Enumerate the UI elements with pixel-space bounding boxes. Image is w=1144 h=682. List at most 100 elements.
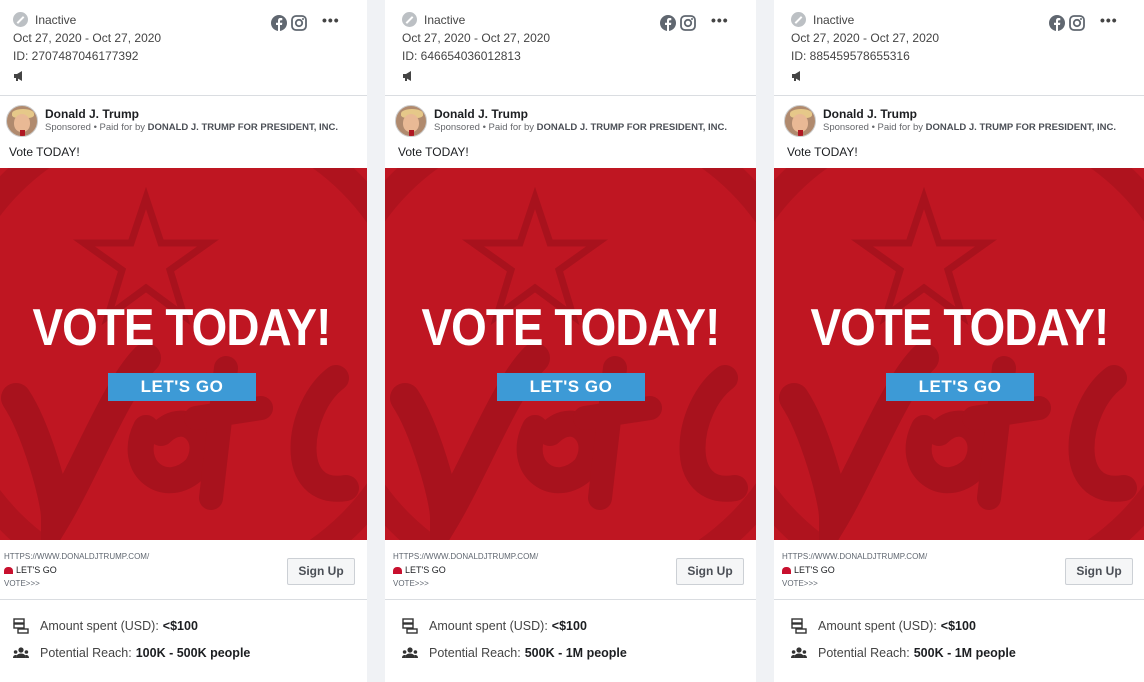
potential-reach-value: 100K - 500K people: [135, 646, 251, 660]
ad-card-1: Inactive Oct 27, 2020 - Oct 27, 2020 ID:…: [0, 0, 367, 682]
link-title-text: LET'S GO: [794, 565, 835, 575]
page-name[interactable]: Donald J. Trump: [434, 107, 528, 121]
megaphone-icon: [13, 68, 25, 86]
potential-reach-label: Potential Reach:: [818, 646, 910, 660]
ad-meta: Inactive Oct 27, 2020 - Oct 27, 2020 ID:…: [385, 0, 756, 96]
more-options-icon[interactable]: •••: [1100, 12, 1118, 28]
sponsored-label: Sponsored: [434, 122, 480, 133]
sponsored-line: Sponsored • Paid for by DONALD J. TRUMP …: [45, 122, 338, 133]
amount-spent: Amount spent (USD): <$100: [402, 618, 587, 634]
facebook-icon[interactable]: [1049, 15, 1065, 36]
ad-creative-image[interactable]: VOTE TODAY! LET'S GO: [0, 168, 367, 540]
link-url[interactable]: HTTPS://WWW.DONALDJTRUMP.COM/: [4, 552, 149, 561]
potential-reach-label: Potential Reach:: [40, 646, 132, 660]
platforms: [660, 15, 696, 36]
ad-creative-image[interactable]: VOTE TODAY! LET'S GO: [385, 168, 756, 540]
avatar[interactable]: [784, 105, 816, 137]
avatar[interactable]: [395, 105, 427, 137]
sponsored-line: Sponsored • Paid for by DONALD J. TRUMP …: [434, 122, 727, 133]
status-row: Inactive: [791, 12, 854, 27]
paid-for-prefix: • Paid for by: [93, 122, 145, 133]
link-title[interactable]: LET'S GO: [393, 565, 446, 575]
link-description: VOTE>>>: [393, 579, 429, 588]
amount-spent: Amount spent (USD): <$100: [791, 618, 976, 634]
sponsored-line: Sponsored • Paid for by DONALD J. TRUMP …: [823, 122, 1116, 133]
paid-for-entity: DONALD J. TRUMP FOR PRESIDENT, INC.: [925, 122, 1116, 133]
ad-stats: Amount spent (USD): <$100 Potential Reac…: [385, 600, 756, 682]
hat-emoji-icon: [393, 566, 402, 574]
sponsored-label: Sponsored: [823, 122, 869, 133]
page-name[interactable]: Donald J. Trump: [45, 107, 139, 121]
people-icon: [402, 647, 418, 658]
paid-for-prefix: • Paid for by: [482, 122, 534, 133]
money-stack-icon: [13, 618, 29, 634]
sign-up-button[interactable]: Sign Up: [287, 558, 355, 585]
advertiser-header: Donald J. Trump Sponsored • Paid for by …: [385, 96, 756, 168]
ad-card-2: Inactive Oct 27, 2020 - Oct 27, 2020 ID:…: [385, 0, 756, 682]
amount-spent-label: Amount spent (USD):: [429, 619, 548, 633]
amount-spent-value: <$100: [162, 619, 198, 633]
instagram-icon[interactable]: [680, 15, 696, 36]
avatar[interactable]: [6, 105, 38, 137]
link-url[interactable]: HTTPS://WWW.DONALDJTRUMP.COM/: [782, 552, 927, 561]
amount-spent: Amount spent (USD): <$100: [13, 618, 198, 634]
facebook-icon[interactable]: [660, 15, 676, 36]
status-label: Inactive: [813, 12, 855, 27]
instagram-icon[interactable]: [291, 15, 307, 36]
instagram-icon[interactable]: [1069, 15, 1085, 36]
link-description: VOTE>>>: [4, 579, 40, 588]
link-title-text: LET'S GO: [16, 565, 57, 575]
ad-body-text: Vote TODAY!: [398, 145, 469, 159]
money-stack-icon: [402, 618, 418, 634]
run-dates: Oct 27, 2020 - Oct 27, 2020: [402, 31, 551, 45]
creative-headline: VOTE TODAY!: [810, 299, 1109, 357]
facebook-icon[interactable]: [271, 15, 287, 36]
hat-emoji-icon: [4, 566, 13, 574]
sponsored-label: Sponsored: [45, 122, 91, 133]
sign-up-button[interactable]: Sign Up: [1065, 558, 1133, 585]
ad-card-3: Inactive Oct 27, 2020 - Oct 27, 2020 ID:…: [774, 0, 1144, 682]
ad-stats: Amount spent (USD): <$100 Potential Reac…: [774, 600, 1144, 682]
inactive-status-icon: [13, 12, 28, 27]
potential-reach: Potential Reach: 500K - 1M people: [791, 646, 1016, 660]
people-icon: [13, 647, 29, 658]
more-options-icon[interactable]: •••: [322, 12, 340, 28]
potential-reach: Potential Reach: 500K - 1M people: [402, 646, 627, 660]
creative-cta-banner: LET'S GO: [497, 373, 645, 401]
sign-up-button[interactable]: Sign Up: [676, 558, 744, 585]
potential-reach: Potential Reach: 100K - 500K people: [13, 646, 250, 660]
page-name[interactable]: Donald J. Trump: [823, 107, 917, 121]
hat-emoji-icon: [782, 566, 791, 574]
advertiser-header: Donald J. Trump Sponsored • Paid for by …: [0, 96, 367, 168]
amount-spent-label: Amount spent (USD):: [818, 619, 937, 633]
ad-body-text: Vote TODAY!: [787, 145, 858, 159]
potential-reach-value: 500K - 1M people: [913, 646, 1016, 660]
link-title[interactable]: LET'S GO: [4, 565, 57, 575]
creative-headline: VOTE TODAY!: [421, 299, 720, 357]
ad-creative-image[interactable]: VOTE TODAY! LET'S GO: [774, 168, 1144, 540]
link-description: VOTE>>>: [782, 579, 818, 588]
ad-id: ID: 646654036012813: [402, 49, 521, 63]
link-preview[interactable]: HTTPS://WWW.DONALDJTRUMP.COM/ LET'S GO V…: [385, 540, 756, 600]
ad-meta: Inactive Oct 27, 2020 - Oct 27, 2020 ID:…: [774, 0, 1144, 96]
amount-spent-value: <$100: [551, 619, 587, 633]
more-options-icon[interactable]: •••: [711, 12, 729, 28]
ad-body-text: Vote TODAY!: [9, 145, 80, 159]
link-title[interactable]: LET'S GO: [782, 565, 835, 575]
status-label: Inactive: [35, 12, 77, 27]
inactive-status-icon: [791, 12, 806, 27]
megaphone-icon: [402, 68, 414, 86]
megaphone-icon: [791, 68, 803, 86]
link-url[interactable]: HTTPS://WWW.DONALDJTRUMP.COM/: [393, 552, 538, 561]
inactive-status-icon: [402, 12, 417, 27]
link-preview[interactable]: HTTPS://WWW.DONALDJTRUMP.COM/ LET'S GO V…: [774, 540, 1144, 600]
status-row: Inactive: [13, 12, 76, 27]
money-stack-icon: [791, 618, 807, 634]
paid-for-prefix: • Paid for by: [871, 122, 923, 133]
creative-cta-banner: LET'S GO: [886, 373, 1034, 401]
ad-id: ID: 885459578655316: [791, 49, 910, 63]
link-preview[interactable]: HTTPS://WWW.DONALDJTRUMP.COM/ LET'S GO V…: [0, 540, 367, 600]
platforms: [1049, 15, 1085, 36]
people-icon: [791, 647, 807, 658]
platforms: [271, 15, 307, 36]
